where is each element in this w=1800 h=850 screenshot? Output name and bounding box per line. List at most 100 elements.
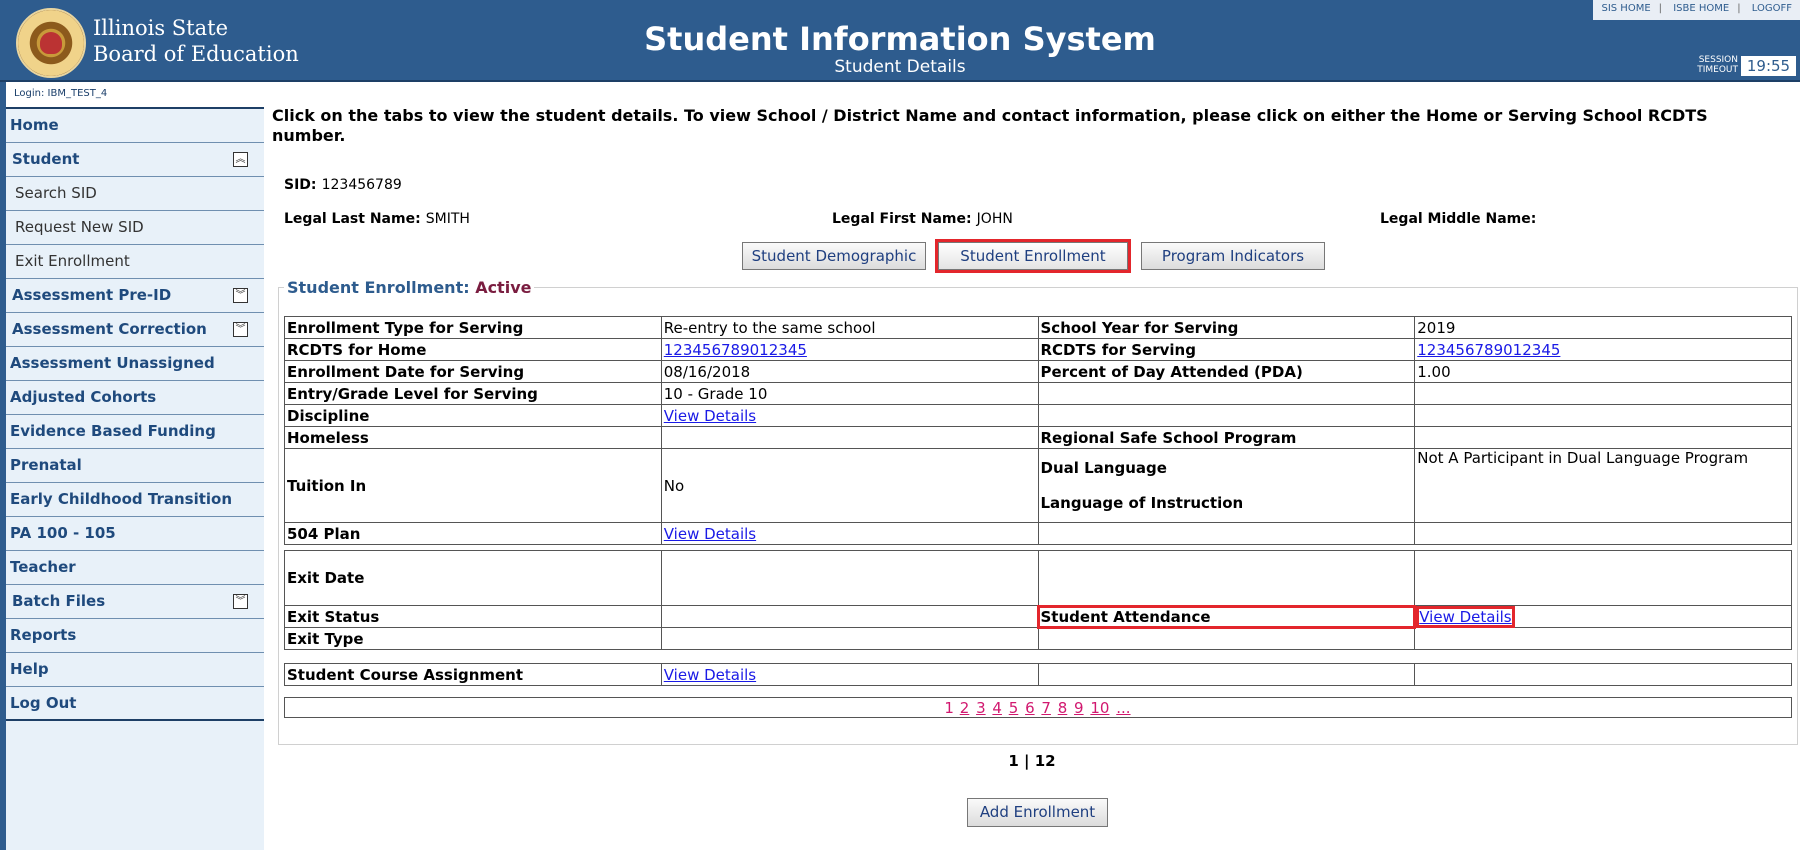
sidebar-item-adjusted-cohorts[interactable]: Adjusted Cohorts	[6, 381, 264, 415]
dual-language-label: Dual Language	[1040, 458, 1167, 477]
rcdts-serving-link[interactable]: 123456789012345	[1417, 341, 1560, 359]
sidebar-item-label: Help	[10, 660, 49, 678]
course-view-details-link[interactable]: View Details	[664, 666, 756, 684]
isbe-home-link[interactable]: ISBE HOME	[1673, 3, 1729, 14]
table-row: Discipline View Details	[284, 404, 1792, 427]
sidebar-item-label: Teacher	[10, 558, 76, 576]
table-row: RCDTS for Home 123456789012345 RCDTS for…	[284, 338, 1792, 361]
exit-status-label: Exit Status	[284, 605, 662, 628]
page-link[interactable]: 5	[1009, 699, 1019, 717]
tab-student-demographic[interactable]: Student Demographic	[742, 242, 926, 270]
dual-language-value: Not A Participant in Dual Language Progr…	[1414, 448, 1792, 523]
top-links: SIS HOME | ISBE HOME | LOGOFF	[1593, 0, 1800, 20]
rcdts-home-link[interactable]: 123456789012345	[664, 341, 807, 359]
sidebar-item-home[interactable]: Home	[6, 109, 264, 143]
school-year-label: School Year for Serving	[1037, 316, 1416, 339]
page-more-link[interactable]: ...	[1116, 699, 1130, 717]
page-link[interactable]: 10	[1090, 699, 1109, 717]
school-year-value: 2019	[1414, 316, 1792, 339]
last-name-label: Legal Last Name:	[284, 211, 421, 227]
rcdts-serving-label: RCDTS for Serving	[1037, 338, 1416, 361]
page-link[interactable]: 6	[1025, 699, 1035, 717]
table-row: Homeless Regional Safe School Program	[284, 426, 1792, 449]
page-current: 1	[944, 699, 954, 717]
rcdts-home-cell: 123456789012345	[660, 338, 1039, 361]
enrollment-type-label: Enrollment Type for Serving	[284, 316, 662, 339]
empty-cell	[1037, 522, 1416, 545]
course-assignment-cell: View Details	[660, 663, 1039, 686]
enrollment-status-label: Student Enrollment:	[287, 278, 470, 297]
sis-home-link[interactable]: SIS HOME	[1601, 3, 1650, 14]
sidebar-item-reports[interactable]: Reports	[6, 619, 264, 653]
discipline-view-details-link[interactable]: View Details	[664, 407, 756, 425]
tuition-label: Tuition In	[284, 448, 662, 523]
table-row: 504 Plan View Details	[284, 522, 1792, 545]
instructions-text: Click on the tabs to view the student de…	[272, 106, 1708, 145]
attendance-view-details-link[interactable]: View Details	[1416, 605, 1515, 628]
table-row: Entry/Grade Level for Serving 10 - Grade…	[284, 382, 1792, 405]
last-name-value: SMITH	[425, 211, 470, 227]
discipline-label: Discipline	[284, 404, 662, 427]
sidebar-item-label: Evidence Based Funding	[10, 422, 216, 440]
sidebar-nav: Login: IBM_TEST_4 Home Student ︽ Search S…	[0, 82, 264, 850]
empty-cell	[1037, 404, 1416, 427]
sidebar-item-evidence-based-funding[interactable]: Evidence Based Funding	[6, 415, 264, 449]
page-link[interactable]: 7	[1041, 699, 1051, 717]
logoff-link[interactable]: LOGOFF	[1752, 3, 1792, 14]
empty-cell	[1037, 382, 1416, 405]
grade-label: Entry/Grade Level for Serving	[284, 382, 662, 405]
page-link[interactable]: 8	[1058, 699, 1068, 717]
sidebar-item-help[interactable]: Help	[6, 653, 264, 687]
safe-school-label: Regional Safe School Program	[1037, 426, 1416, 449]
session-label-2: TIMEOUT	[1697, 65, 1738, 75]
sidebar-item-batch-files[interactable]: Batch Files ︾	[6, 585, 264, 619]
homeless-value	[660, 426, 1039, 449]
sidebar-item-label: Search SID	[15, 184, 97, 202]
sidebar-item-label: Prenatal	[10, 456, 82, 474]
enrollment-table: Enrollment Type for Serving Re-entry to …	[284, 316, 1792, 686]
expand-down-icon[interactable]: ︾	[233, 288, 248, 303]
pda-value: 1.00	[1414, 360, 1792, 383]
sidebar-item-label: PA 100 - 105	[10, 524, 116, 542]
sidebar-item-prenatal[interactable]: Prenatal	[6, 449, 264, 483]
empty-cell	[1414, 382, 1792, 405]
first-name-value: JOHN	[976, 211, 1013, 227]
collapse-up-icon[interactable]: ︽	[233, 152, 248, 167]
sidebar-item-early-childhood-transition[interactable]: Early Childhood Transition	[6, 483, 264, 517]
table-row: Tuition In No Dual Language Language of …	[284, 448, 1792, 523]
tab-student-enrollment[interactable]: Student Enrollment	[935, 239, 1131, 273]
sidebar-item-label: Home	[10, 116, 59, 134]
sidebar-item-request-new-sid[interactable]: Request New SID	[6, 211, 264, 245]
tab-program-indicators[interactable]: Program Indicators	[1141, 242, 1325, 270]
sidebar-item-assessment-pre-id[interactable]: Assessment Pre-ID ︾	[6, 279, 264, 313]
exit-type-value	[660, 627, 1039, 650]
expand-down-icon[interactable]: ︾	[233, 594, 248, 609]
page-link[interactable]: 3	[976, 699, 986, 717]
add-enrollment-button[interactable]: Add Enrollment	[967, 798, 1108, 827]
sidebar-item-student[interactable]: Student ︽	[6, 143, 264, 177]
sidebar-item-assessment-correction[interactable]: Assessment Correction ︾	[6, 313, 264, 347]
attendance-label: Student Attendance	[1037, 604, 1416, 629]
plan504-view-details-link[interactable]: View Details	[664, 525, 756, 543]
page-link[interactable]: 4	[992, 699, 1002, 717]
enroll-date-value: 08/16/2018	[660, 360, 1039, 383]
first-name-label: Legal First Name:	[832, 211, 972, 227]
empty-cell	[1414, 663, 1792, 686]
sidebar-item-teacher[interactable]: Teacher	[6, 551, 264, 585]
page-link[interactable]: 9	[1074, 699, 1084, 717]
sidebar-item-assessment-unassigned[interactable]: Assessment Unassigned	[6, 347, 264, 381]
sidebar-item-log-out[interactable]: Log Out	[6, 687, 264, 721]
sidebar-item-search-sid[interactable]: Search SID	[6, 177, 264, 211]
enrollment-status-value: Active	[475, 278, 532, 297]
sidebar-item-pa-100-105[interactable]: PA 100 - 105	[6, 517, 264, 551]
sidebar-item-label: Assessment Correction	[12, 320, 207, 338]
sidebar-item-label: Log Out	[10, 694, 77, 712]
app-title: Student Information System	[644, 20, 1156, 58]
page-link[interactable]: 2	[960, 699, 970, 717]
exit-status-value	[660, 605, 1039, 628]
plan504-label: 504 Plan	[284, 522, 662, 545]
expand-down-icon[interactable]: ︾	[233, 322, 248, 337]
table-row: Exit Status Student Attendance View Deta…	[284, 604, 1792, 629]
sidebar-item-exit-enrollment[interactable]: Exit Enrollment	[6, 245, 264, 279]
sid-row: SID: 123456789	[284, 174, 402, 193]
